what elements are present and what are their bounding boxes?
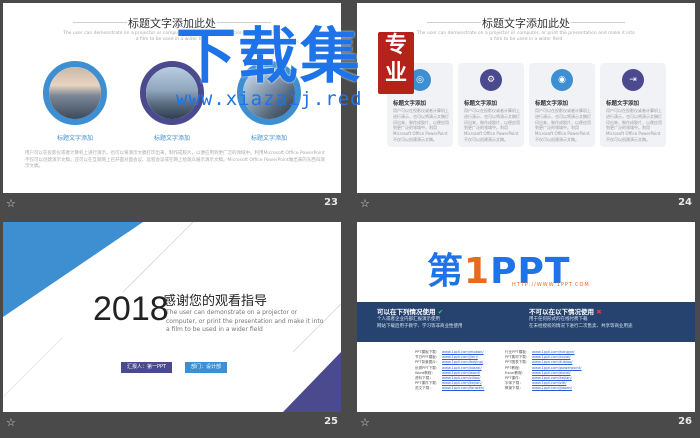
cannot-use-column: 不可以在以下情况使用 ✖ 用于任何形式的在线付费下载 在未经授权的情况下进行二次… (529, 306, 679, 330)
star-icon[interactable]: ☆ (360, 197, 370, 210)
slide-subtitle: The user can demonstrate on a projector … (417, 31, 635, 42)
can-use-column: 可以在下列情况使用 ✔ 个人或者企业内部汇报演示使用 网站下载后用于教学、学习等… (377, 306, 527, 330)
slide-thumbnail-26[interactable]: 第1PPT HTTP://WWW.1PPT.COM 可以在下列情况使用 ✔ 个人… (354, 219, 698, 433)
usage-band: 可以在下列情况使用 ✔ 个人或者企业内部汇报演示使用 网站下载后用于教学、学习等… (357, 302, 695, 342)
star-icon[interactable]: ☆ (360, 416, 370, 429)
circle-caption-2: 标题文字添加 (153, 135, 190, 142)
feature-card-2: ⚙ 标题文字添加 用户可以在投影仪或者计算机上进行演示，也可以将演示文稿打印出来… (458, 63, 524, 147)
slide-number: 26 (678, 416, 692, 427)
left-link-list: www.1ppt.com/moban/ www.1ppt.com/jieri/ … (442, 350, 484, 392)
card-title: 标题文字添加 (393, 101, 427, 107)
city-photo (49, 67, 101, 119)
presenter-pill: 汇报人：第一PPT (121, 362, 173, 373)
watermark-url: www.xiazaij.red (176, 88, 363, 110)
year-heading: 2018 (93, 290, 169, 328)
link-label: 范文下载： (415, 386, 433, 391)
card-body: 用户可以在投影仪或者计算机上进行演示，也可以将演示文稿打印出来，制作成胶片，以便… (464, 108, 520, 142)
closing-text: The user can demonstrate on a projector … (166, 309, 324, 333)
circle-caption-1: 标题文字添加 (56, 135, 93, 142)
card-title: 标题文字添加 (606, 101, 640, 107)
slide-number: 25 (324, 416, 338, 427)
cannot-use-item: 用于任何形式的在线付费下载 (529, 317, 588, 322)
card-title: 标题文字添加 (535, 101, 569, 107)
card-title: 标题文字添加 (464, 101, 498, 107)
check-icon: ✔ (437, 308, 444, 316)
slide-number: 23 (324, 197, 338, 208)
can-use-item: 个人或者企业内部汇报演示使用 (377, 317, 440, 322)
export-icon: ⇥ (622, 69, 644, 91)
card-body: 用户可以在投影仪或者计算机上进行演示，也可以将演示文稿打印出来，制作成胶片，以便… (606, 108, 662, 142)
slide-thumbnail-25[interactable]: 2018 感谢您的观看指导 The user can demonstrate o… (0, 219, 344, 433)
circle-caption-3: 标题文字添加 (250, 135, 287, 142)
logo-url: HTTP://WWW.1PPT.COM (512, 282, 590, 288)
resource-link[interactable]: www.1ppt.com/fanwen/ (442, 386, 484, 391)
star-icon[interactable]: ☆ (6, 197, 16, 210)
star-icon[interactable]: ☆ (6, 416, 16, 429)
slide-number: 24 (678, 197, 692, 208)
resource-link[interactable]: www.1ppt.com/jiaoan/ (532, 386, 581, 391)
cannot-use-title: 不可以在以下情况使用 (529, 308, 594, 316)
watermark-seal: 专业 (378, 32, 414, 94)
resource-link[interactable]: www.1ppt.com/beijing/ (442, 360, 484, 365)
department-pill: 部门：设计部 (185, 362, 228, 373)
link-label: 教案下载： (505, 386, 523, 391)
body-paragraph: 用户可以在投影仪或者计算机上进行演示，也可以将演示文稿打印出来，制作成胶片，以便… (25, 151, 325, 169)
feature-card-3: ◉ 标题文字添加 用户可以在投影仪或者计算机上进行演示，也可以将演示文稿打印出来… (529, 63, 595, 147)
slide-preview[interactable]: 2018 感谢您的观看指导 The user can demonstrate o… (3, 222, 341, 412)
slide-title: 标题文字添加此处 (482, 17, 570, 30)
deco-line (122, 222, 194, 293)
logo-char: 第 (427, 251, 465, 292)
slide-preview[interactable]: 第1PPT HTTP://WWW.1PPT.COM 可以在下列情况使用 ✔ 个人… (357, 222, 695, 412)
logo-number: 1 (464, 251, 491, 292)
can-use-item: 网站下载后用于教学、学习等非商业性使用 (377, 324, 463, 329)
right-label-list: 行业PPT模板： PPT素材下载： PPT图表下载： PPT教程： Excel教… (505, 350, 530, 392)
chart-icon: ◉ (551, 69, 573, 91)
cannot-use-item: 在未经授权的情况下进行二次售卖、共享等商业用途 (529, 324, 633, 329)
left-label-list: PPT模板下载： 节日PPT模板： PPT背景图片： 优秀PPT下载： Word… (415, 350, 440, 392)
link-label: PPT背景图片： (415, 360, 440, 365)
thanks-heading: 感谢您的观看指导 (163, 294, 268, 309)
deco-line (3, 336, 64, 398)
photo-circle-1 (43, 61, 107, 125)
gear-icon: ⚙ (480, 69, 502, 91)
card-body: 用户可以在投影仪或者计算机上进行演示，也可以将演示文稿打印出来，制作成胶片，以便… (393, 108, 449, 142)
can-use-title: 可以在下列情况使用 (377, 308, 436, 316)
cross-icon: ✖ (596, 308, 602, 316)
feature-card-4: ⇥ 标题文字添加 用户可以在投影仪或者计算机上进行演示，也可以将演示文稿打印出来… (600, 63, 666, 147)
card-body: 用户可以在投影仪或者计算机上进行演示，也可以将演示文稿打印出来，制作成胶片，以便… (535, 108, 591, 142)
watermark-text: 下载集 (176, 22, 362, 92)
purple-corner-triangle (283, 352, 341, 412)
right-link-list: www.1ppt.com/hangye/ www.1ppt.com/sucai/… (532, 350, 581, 392)
link-label: PPT图表下载： (505, 360, 530, 365)
